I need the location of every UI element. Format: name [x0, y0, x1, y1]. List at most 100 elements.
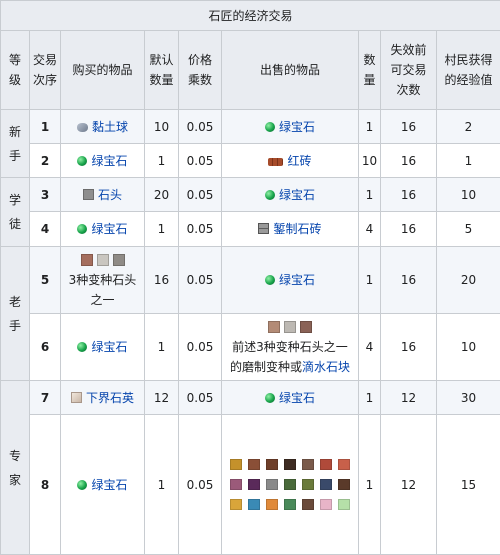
table-row: 新手 1 黏土球 10 0.05 绿宝石 1 16 2	[1, 110, 500, 144]
buy-item[interactable]: 3种变种石头之一	[61, 247, 145, 314]
default-qty: 16	[145, 247, 179, 314]
qty: 4	[359, 314, 381, 381]
buy-item[interactable]: 绿宝石	[61, 415, 145, 555]
polished-granite-icon	[268, 321, 280, 333]
emerald-icon	[265, 190, 275, 200]
block-swatch-icon	[230, 459, 242, 470]
qty: 1	[359, 110, 381, 144]
default-qty: 1	[145, 144, 179, 178]
price-mult: 0.05	[179, 178, 222, 212]
chiseled-stone-bricks-icon	[258, 223, 269, 234]
price-mult: 0.05	[179, 247, 222, 314]
block-swatch-icon	[338, 459, 350, 470]
emerald-icon	[265, 275, 275, 285]
buy-item[interactable]: 绿宝石	[61, 144, 145, 178]
price-mult: 0.05	[179, 212, 222, 247]
buy-item[interactable]: 黏土球	[61, 110, 145, 144]
price-mult: 0.05	[179, 381, 222, 415]
trade-order: 4	[30, 212, 61, 247]
stone-icon	[83, 189, 94, 200]
qty: 1	[359, 381, 381, 415]
buy-item[interactable]: 绿宝石	[61, 212, 145, 247]
trade-order: 6	[30, 314, 61, 381]
block-swatch-icon	[266, 499, 278, 510]
price-mult: 0.05	[179, 314, 222, 381]
level-apprentice: 学徒	[1, 178, 30, 247]
header-max-uses: 失效前可交易次数	[381, 31, 437, 110]
block-swatch-icon	[248, 499, 260, 510]
trade-order: 2	[30, 144, 61, 178]
stone-variants-icons	[63, 250, 142, 270]
swatch-row-1	[224, 456, 356, 476]
block-swatch-icon	[266, 479, 278, 490]
block-swatch-icon	[284, 459, 296, 470]
level-expert: 专家	[1, 381, 30, 555]
block-swatch-icon	[230, 479, 242, 490]
max-uses: 16	[381, 314, 437, 381]
sell-item[interactable]: 前述3种变种石头之一的磨制变种或滴水石块	[222, 314, 359, 381]
sell-item[interactable]: 绿宝石	[222, 178, 359, 212]
xp: 30	[437, 381, 500, 415]
sell-item[interactable]: 绿宝石	[222, 110, 359, 144]
brick-icon	[268, 158, 283, 166]
stonemason-trades-table: 石匠的经济交易 等级 交易次序 购买的物品 默认数量 价格乘数 出售的物品 数量…	[0, 0, 500, 555]
table-row: 2 绿宝石 1 0.05 红砖 10 16 1	[1, 144, 500, 178]
xp: 10	[437, 178, 500, 212]
price-mult: 0.05	[179, 144, 222, 178]
table-row: 学徒 3 石头 20 0.05 绿宝石 1 16 10	[1, 178, 500, 212]
level-novice: 新手	[1, 110, 30, 178]
qty: 4	[359, 212, 381, 247]
emerald-icon	[77, 224, 87, 234]
nether-quartz-icon	[71, 392, 82, 403]
table-row: 6 绿宝石 1 0.05 前述3种变种石头之一的磨制变种或滴水石块 4 16 1…	[1, 314, 500, 381]
header-xp: 村民获得的经验值	[437, 31, 500, 110]
trade-order: 8	[30, 415, 61, 555]
emerald-icon	[77, 342, 87, 352]
polished-andesite-icon	[300, 321, 312, 333]
block-swatch-icon	[230, 499, 242, 510]
max-uses: 16	[381, 110, 437, 144]
level-journeyman: 老手	[1, 247, 30, 381]
table-title: 石匠的经济交易	[1, 1, 500, 31]
polished-diorite-icon	[284, 321, 296, 333]
sell-item[interactable]: 红砖	[222, 144, 359, 178]
trade-order: 1	[30, 110, 61, 144]
max-uses: 12	[381, 415, 437, 555]
header-default-qty: 默认数量	[145, 31, 179, 110]
qty: 10	[359, 144, 381, 178]
block-swatch-icon	[266, 459, 278, 470]
block-swatch-icon	[302, 479, 314, 490]
trade-order: 7	[30, 381, 61, 415]
buy-item[interactable]: 石头	[61, 178, 145, 212]
emerald-icon	[265, 122, 275, 132]
emerald-icon	[77, 480, 87, 490]
trade-order: 5	[30, 247, 61, 314]
sell-item-terracotta-grid[interactable]	[222, 415, 359, 555]
block-swatch-icon	[338, 479, 350, 490]
sell-item[interactable]: 錾制石砖	[222, 212, 359, 247]
default-qty: 1	[145, 314, 179, 381]
price-mult: 0.05	[179, 110, 222, 144]
max-uses: 12	[381, 381, 437, 415]
header-level: 等级	[1, 31, 30, 110]
buy-item[interactable]: 下界石英	[61, 381, 145, 415]
block-swatch-icon	[320, 479, 332, 490]
sell-item[interactable]: 绿宝石	[222, 247, 359, 314]
default-qty: 1	[145, 415, 179, 555]
block-swatch-icon	[248, 479, 260, 490]
emerald-icon	[77, 156, 87, 166]
block-swatch-icon	[284, 499, 296, 510]
xp: 1	[437, 144, 500, 178]
header-order: 交易次序	[30, 31, 61, 110]
default-qty: 10	[145, 110, 179, 144]
block-swatch-icon	[320, 459, 332, 470]
buy-item[interactable]: 绿宝石	[61, 314, 145, 381]
xp: 15	[437, 415, 500, 555]
block-swatch-icon	[302, 459, 314, 470]
table-row: 8 绿宝石 1 0.05 1 12 15	[1, 415, 500, 555]
block-swatch-icon	[302, 499, 314, 510]
header-sell: 出售的物品	[222, 31, 359, 110]
max-uses: 16	[381, 247, 437, 314]
sell-item[interactable]: 绿宝石	[222, 381, 359, 415]
swatch-row-2	[224, 476, 356, 496]
